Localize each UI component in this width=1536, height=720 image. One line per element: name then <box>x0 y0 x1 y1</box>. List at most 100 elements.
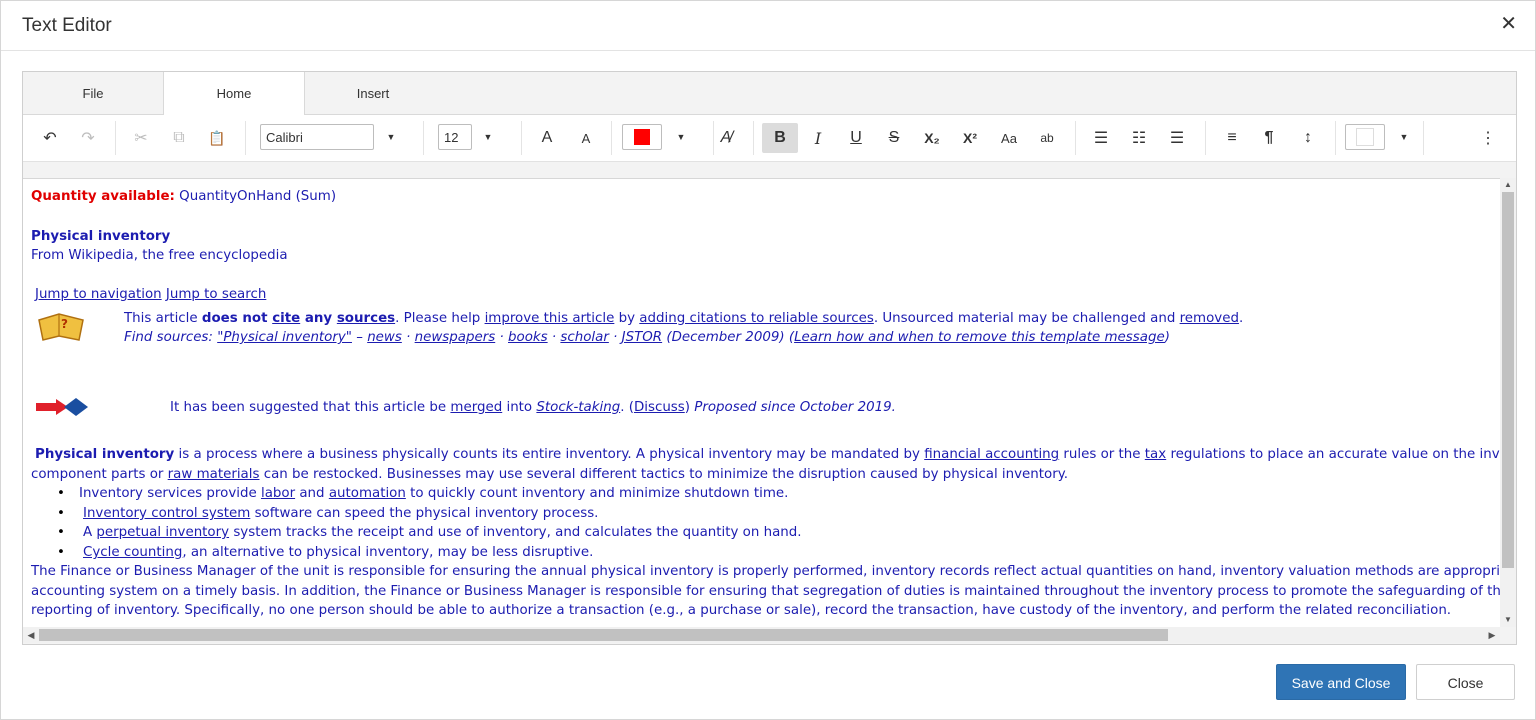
adding-citations-link[interactable]: adding citations to reliable sources <box>639 311 874 326</box>
jstor-link[interactable]: JSTOR <box>622 330 662 345</box>
font-color-picker[interactable] <box>622 124 662 150</box>
improve-article-link[interactable]: improve this article <box>485 311 615 326</box>
merged-link[interactable]: merged <box>450 400 502 415</box>
font-size-select[interactable]: 12 <box>438 124 472 150</box>
vertical-scrollbar[interactable]: ▲ ▼ <box>1500 178 1516 627</box>
chevron-down-icon[interactable]: ▼ <box>480 124 496 150</box>
chevron-down-icon[interactable]: ▼ <box>1396 124 1412 150</box>
numbered-list-icon[interactable]: ☷ <box>1121 123 1157 153</box>
books-link[interactable]: books <box>508 330 548 345</box>
line-spacing-icon[interactable]: ↕ <box>1290 123 1326 153</box>
stock-taking-link[interactable]: Stock-taking <box>536 400 620 415</box>
removed-link[interactable]: removed <box>1180 311 1239 326</box>
bullet-text: and <box>295 486 329 501</box>
scroll-right-icon[interactable]: ▶ <box>1484 627 1500 643</box>
scroll-down-icon[interactable]: ▼ <box>1500 613 1516 627</box>
merge-proposed-date: Proposed since October 2019. <box>694 400 896 415</box>
find-sep: · <box>608 330 622 345</box>
shrink-font-icon[interactable]: A <box>568 123 604 153</box>
font-name-select[interactable]: Calibri <box>260 124 374 150</box>
bullet-dot: • <box>57 545 65 560</box>
bullet-item-3: A perpetual inventory system tracks the … <box>83 525 802 540</box>
bulleted-list-icon[interactable]: ☰ <box>1083 123 1119 153</box>
notice-text-4: . Unsourced material may be challenged a… <box>873 311 1180 326</box>
tax-link[interactable]: tax <box>1145 447 1166 462</box>
more-options-icon[interactable]: ⋮ <box>1470 123 1506 153</box>
cycle-counting-link[interactable]: Cycle counting <box>83 545 182 560</box>
strikethrough-icon[interactable]: S <box>876 123 912 153</box>
para1-text: regulations to place an accurate value o… <box>1170 447 1500 462</box>
horizontal-scroll-thumb[interactable] <box>39 629 1168 641</box>
para1-text: is a process where a business physically… <box>174 447 925 462</box>
undo-icon[interactable]: ↶ <box>32 123 68 153</box>
ribbon-toolbar: ↶ ↷ ✂ ⧉ 📋 Calibri ▼ 12 ▼ A A ▼ A̸ B I U … <box>23 115 1516 162</box>
chevron-down-icon[interactable]: ▼ <box>673 124 689 150</box>
vertical-scroll-thumb[interactable] <box>1502 192 1514 568</box>
notice-bold-2: any <box>300 311 337 326</box>
document-content[interactable]: Quantity available: QuantityOnHand (Sum)… <box>23 178 1500 628</box>
automation-link[interactable]: automation <box>329 486 406 501</box>
article-heading: Physical inventory <box>31 229 171 244</box>
cut-icon[interactable]: ✂ <box>123 123 159 153</box>
copy-icon[interactable]: ⧉ <box>161 123 197 153</box>
bullet-item-1: Inventory services provide labor and aut… <box>79 486 788 501</box>
physical-inventory-search-link[interactable]: "Physical inventory" <box>217 330 352 345</box>
dialog-header: Text Editor ✕ <box>1 1 1535 51</box>
tab-insert[interactable]: Insert <box>303 72 443 114</box>
underline-icon[interactable]: U <box>838 123 874 153</box>
scholar-link[interactable]: scholar <box>560 330 608 345</box>
background-color-picker[interactable] <box>1345 124 1385 150</box>
bullet-text: Inventory services provide <box>79 486 261 501</box>
horizontal-scrollbar[interactable]: ◀ ▶ <box>23 627 1500 643</box>
find-close: ) <box>1164 330 1170 345</box>
rich-text-editor: File Home Insert ↶ ↷ ✂ ⧉ 📋 Calibri ▼ 12 … <box>22 71 1517 645</box>
notice-sources-link[interactable]: sources <box>337 311 395 326</box>
notice-text-5: . <box>1238 311 1244 326</box>
jump-to-search-link[interactable]: Jump to search <box>166 287 266 302</box>
notice-text-2: . Please help <box>395 311 485 326</box>
remove-template-link[interactable]: Learn how and when to remove this templa… <box>794 330 1165 345</box>
notice-cite-link[interactable]: cite <box>272 311 300 326</box>
inventory-control-system-link[interactable]: Inventory control system <box>83 506 250 521</box>
jump-to-navigation-link[interactable]: Jump to navigation <box>35 287 162 302</box>
financial-accounting-link[interactable]: financial accounting <box>924 447 1059 462</box>
superscript-icon[interactable]: X² <box>952 123 988 153</box>
scroll-up-icon[interactable]: ▲ <box>1500 178 1516 192</box>
redo-icon[interactable]: ↷ <box>70 123 106 153</box>
scroll-left-icon[interactable]: ◀ <box>23 627 39 643</box>
discuss-link[interactable]: Discuss <box>634 400 685 415</box>
close-icon[interactable]: ✕ <box>1500 14 1517 34</box>
perpetual-inventory-link[interactable]: perpetual inventory <box>96 525 229 540</box>
tab-file[interactable]: File <box>23 72 163 114</box>
quantity-value: QuantityOnHand (Sum) <box>179 189 337 204</box>
clear-format-icon[interactable]: A̸ <box>708 123 744 153</box>
align-icon[interactable]: ≡ <box>1214 123 1250 153</box>
bullet-dot: • <box>57 506 65 521</box>
bullet-dot: • <box>57 486 65 501</box>
paste-icon[interactable]: 📋 <box>199 123 235 153</box>
paragraph-icon[interactable]: ¶ <box>1251 123 1287 153</box>
spellcheck-icon[interactable]: ab <box>1029 123 1065 153</box>
bullet-text: to quickly count inventory and minimize … <box>405 486 789 501</box>
svg-text:?: ? <box>61 317 68 331</box>
newspapers-link[interactable]: newspapers <box>415 330 496 345</box>
italic-icon[interactable]: I <box>800 123 836 153</box>
save-and-close-button[interactable]: Save and Close <box>1276 664 1406 700</box>
background-color-swatch <box>1356 128 1374 146</box>
find-sources-label: Find sources: <box>124 330 218 345</box>
close-button[interactable]: Close <box>1416 664 1515 700</box>
chevron-down-icon[interactable]: ▼ <box>383 124 399 150</box>
raw-materials-link[interactable]: raw materials <box>168 467 260 482</box>
news-link[interactable]: news <box>367 330 402 345</box>
tab-home[interactable]: Home <box>163 72 305 115</box>
grow-font-icon[interactable]: A <box>529 123 565 153</box>
bullet-item-4: Cycle counting, an alternative to physic… <box>83 545 593 560</box>
para1-bold: Physical inventory <box>35 447 175 462</box>
find-sep: · <box>401 330 415 345</box>
subscript-icon[interactable]: X₂ <box>914 123 950 153</box>
labor-link[interactable]: labor <box>261 486 295 501</box>
multilevel-list-icon[interactable]: ☰ <box>1159 123 1195 153</box>
change-case-icon[interactable]: Aa <box>991 123 1027 153</box>
bold-icon[interactable]: B <box>762 123 798 153</box>
bullet-text: A <box>83 525 97 540</box>
